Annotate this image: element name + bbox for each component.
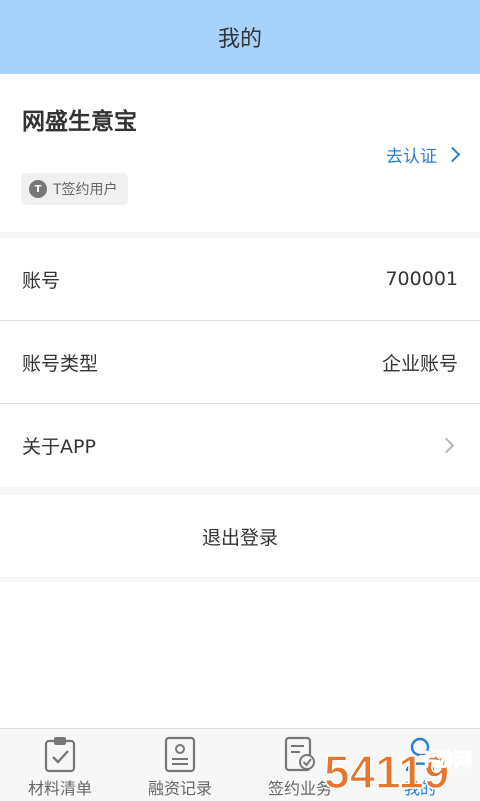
about-app-label: 关于APP [22,436,96,458]
clipboard-check-icon [44,737,76,773]
tab-mine[interactable]: 我的 [360,729,480,801]
logout-label: 退出登录 [201,526,278,549]
tab-contracts[interactable]: 签约业务 [240,729,360,801]
top-bar: 我的 [0,0,480,74]
tab-mine-label: 我的 [403,779,436,798]
tab-materials[interactable]: 材料清单 [0,729,120,801]
badge-gear-icon: T [29,180,47,198]
tab-materials-label: 材料清单 [27,779,92,798]
chevron-right-icon [438,437,455,454]
verify-link[interactable]: 去认证 [386,142,461,167]
bottom-tab-bar: 材料清单 融资记录 签约业务 我的 [0,728,480,801]
user-type-badge: T T签约用户 [21,173,128,205]
logout-button[interactable]: 退出登录 [0,495,480,577]
account-type-label: 账号类型 [22,352,99,375]
verify-link-label: 去认证 [386,147,437,167]
empty-content-area [0,582,480,728]
company-name: 网盛生意宝 [22,109,137,135]
user-icon [405,737,435,772]
tab-financing[interactable]: 融资记录 [120,729,240,801]
account-number-value: 700001 [385,268,458,290]
about-app-row[interactable]: 关于APP [0,404,480,487]
account-info-list: 账号 700001 账号类型 企业账号 关于APP [0,238,480,487]
account-number-row: 账号 700001 [0,238,480,321]
contract-check-icon [284,736,315,772]
account-type-row: 账号类型 企业账号 [0,321,480,404]
id-card-icon [164,736,196,773]
profile-card: 网盛生意宝 去认证 T T签约用户 [0,74,480,232]
account-type-value: 企业账号 [381,352,458,375]
page-title: 我的 [217,27,262,52]
tab-contracts-label: 签约业务 [267,779,332,798]
chevron-right-icon [444,146,461,163]
account-number-label: 账号 [22,269,61,292]
tab-financing-label: 融资记录 [147,779,212,798]
badge-label: T签约用户 [53,182,118,198]
